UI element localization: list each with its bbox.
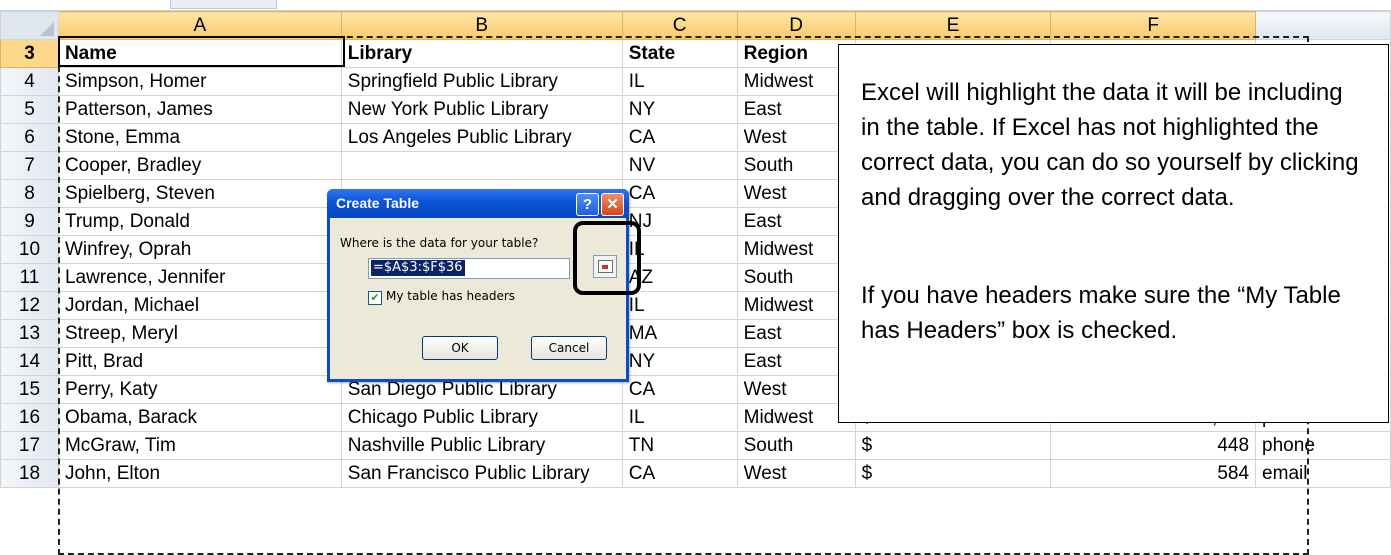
cell-currency[interactable]: $	[854, 431, 1052, 460]
cell-library[interactable]: San Francisco Public Library	[340, 459, 623, 488]
headers-checkbox[interactable]: ✔	[368, 291, 382, 305]
cell-name[interactable]: Perry, Katy	[57, 375, 342, 404]
row-header[interactable]: 6	[0, 123, 59, 152]
cell-amount[interactable]: 584	[1050, 459, 1257, 488]
cell-name[interactable]: Lawrence, Jennifer	[57, 263, 342, 292]
column-header-d[interactable]: D	[736, 11, 856, 40]
note-paragraph-2: If you have headers make sure the “My Ta…	[861, 282, 1341, 344]
range-value: =$A$3:$F$36	[371, 260, 465, 276]
row-header[interactable]: 16	[0, 403, 59, 432]
select-all-corner[interactable]	[0, 11, 59, 40]
cell-state[interactable]: CA	[621, 459, 738, 488]
cell-state[interactable]: CA	[621, 123, 738, 152]
range-prompt: Where is the data for your table?	[340, 236, 539, 250]
range-button-highlight	[573, 221, 641, 295]
cell-name[interactable]: Pitt, Brad	[57, 347, 342, 376]
cell-name[interactable]: Simpson, Homer	[57, 67, 342, 96]
cell-name[interactable]: Cooper, Bradley	[57, 151, 342, 180]
cell-state[interactable]: IL	[621, 291, 738, 320]
cell-state[interactable]: CA	[621, 375, 738, 404]
cell-name[interactable]: Patterson, James	[57, 95, 342, 124]
ribbon-edge	[0, 0, 1391, 11]
column-header-g[interactable]	[1255, 11, 1391, 40]
instruction-note: Excel will highlight the data it will be…	[838, 44, 1389, 423]
dialog-titlebar[interactable]: Create Table ? ✕	[327, 189, 629, 218]
column-header-c[interactable]: C	[621, 11, 738, 40]
cell-state[interactable]: IL	[621, 67, 738, 96]
row-header[interactable]: 8	[0, 179, 59, 208]
cell-state[interactable]: NY	[621, 95, 738, 124]
note-paragraph-1: Excel will highlight the data it will be…	[861, 79, 1359, 211]
range-input[interactable]: =$A$3:$F$36	[368, 258, 570, 279]
row-header[interactable]: 10	[0, 235, 59, 264]
cell-state[interactable]: IL	[621, 403, 738, 432]
cell-library[interactable]: Chicago Public Library	[340, 403, 623, 432]
dialog-title: Create Table	[336, 195, 419, 211]
cell-name[interactable]: John, Elton	[57, 459, 342, 488]
column-header-e[interactable]: E	[854, 11, 1052, 40]
cell-currency[interactable]: $	[854, 459, 1052, 488]
cell-name[interactable]: Streep, Meryl	[57, 319, 342, 348]
cell-library[interactable]: Springfield Public Library	[340, 67, 623, 96]
row-header[interactable]: 14	[0, 347, 59, 376]
row-header[interactable]: 11	[0, 263, 59, 292]
column-header-b[interactable]: B	[340, 11, 623, 40]
cell-name[interactable]: Jordan, Michael	[57, 291, 342, 320]
cell-name[interactable]: Trump, Donald	[57, 207, 342, 236]
sheet-scroll-tab[interactable]	[170, 0, 277, 9]
cell-state[interactable]: NV	[621, 151, 738, 180]
cell-state[interactable]: MA	[621, 319, 738, 348]
column-header-a[interactable]: A	[57, 11, 342, 40]
headers-checkbox-label[interactable]: My table has headers	[386, 289, 515, 303]
cell-state[interactable]: NY	[621, 347, 738, 376]
row-header[interactable]: 5	[0, 95, 59, 124]
cell-header-name[interactable]: Name	[57, 39, 342, 68]
cell-region[interactable]: South	[736, 431, 856, 460]
row-header[interactable]: 9	[0, 207, 59, 236]
cell-region[interactable]: West	[736, 459, 856, 488]
row-header[interactable]: 15	[0, 375, 59, 404]
row-header[interactable]: 7	[0, 151, 59, 180]
cell-state[interactable]: CA	[621, 179, 738, 208]
row-header[interactable]: 17	[0, 431, 59, 460]
help-button[interactable]: ?	[576, 193, 599, 216]
row-header[interactable]: 18	[0, 459, 59, 488]
cell-name[interactable]: Obama, Barack	[57, 403, 342, 432]
cell-amount[interactable]: 448	[1050, 431, 1257, 460]
cell-state[interactable]: TN	[621, 431, 738, 460]
cell-library[interactable]: Los Angeles Public Library	[340, 123, 623, 152]
row-header[interactable]: 13	[0, 319, 59, 348]
cell-contact[interactable]: phone	[1255, 431, 1391, 460]
row-header[interactable]: 12	[0, 291, 59, 320]
cell-header-library[interactable]: Library	[340, 39, 623, 68]
row-header[interactable]: 4	[0, 67, 59, 96]
cell-library[interactable]: New York Public Library	[340, 95, 623, 124]
column-headers: A B C D E F	[0, 11, 1391, 40]
table-row: 18 John, Elton San Francisco Public Librar…	[0, 459, 1391, 488]
cell-name[interactable]: Spielberg, Steven	[57, 179, 342, 208]
cell-header-state[interactable]: State	[621, 39, 738, 68]
cell-contact[interactable]: email	[1255, 459, 1391, 488]
cell-name[interactable]: Winfrey, Oprah	[57, 235, 342, 264]
ok-button[interactable]: OK	[422, 336, 498, 360]
close-button[interactable]: ✕	[601, 193, 624, 216]
row-header[interactable]: 3	[0, 39, 59, 68]
cell-name[interactable]: McGraw, Tim	[57, 431, 342, 460]
column-header-f[interactable]: F	[1050, 11, 1257, 40]
cell-library[interactable]	[340, 151, 623, 180]
cancel-button[interactable]: Cancel	[531, 336, 607, 360]
cell-library[interactable]: Nashville Public Library	[340, 431, 623, 460]
table-row: 17 McGraw, Tim Nashville Public Library TN S…	[0, 431, 1391, 460]
cell-name[interactable]: Stone, Emma	[57, 123, 342, 152]
